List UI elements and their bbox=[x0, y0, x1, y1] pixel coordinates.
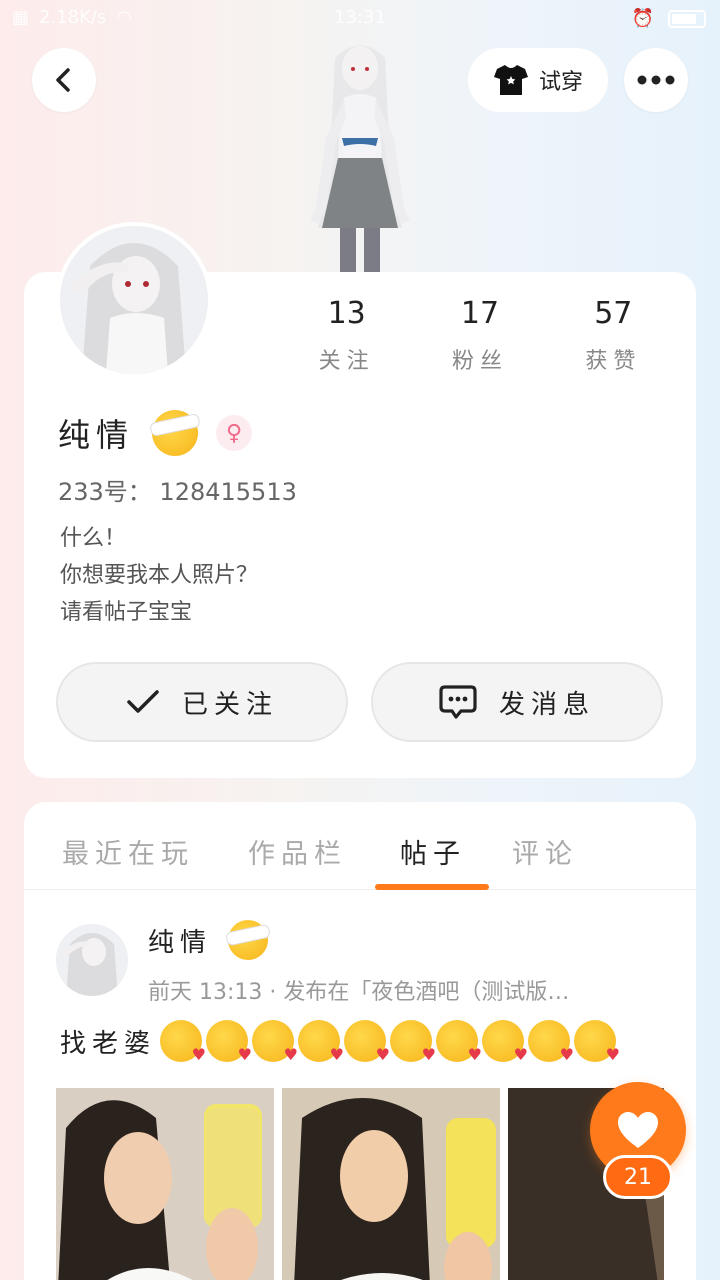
more-button[interactable] bbox=[624, 48, 688, 112]
active-tab-indicator bbox=[375, 884, 489, 890]
kiss-emoji-icon bbox=[298, 1020, 344, 1064]
selfie-photo-image bbox=[56, 1088, 274, 1280]
heart-icon bbox=[618, 1112, 658, 1148]
avatar[interactable] bbox=[56, 222, 212, 378]
kiss-emoji-icon bbox=[252, 1020, 298, 1064]
back-button[interactable] bbox=[32, 48, 96, 112]
bio-line: 你想要我本人照片？ bbox=[60, 563, 259, 588]
kiss-emoji-icon bbox=[482, 1020, 528, 1064]
nickname-row: 纯情 ♀ bbox=[58, 410, 253, 456]
alarm-icon: ⏰ bbox=[631, 8, 654, 29]
avatar-image bbox=[60, 226, 208, 374]
send-message-button[interactable]: 发消息 bbox=[371, 662, 663, 742]
following-count: 13 bbox=[327, 296, 366, 331]
posts-card: 最近在玩 作品栏 帖子 评论 纯情 前天 13:13 · 发布在「夜色酒吧（测试… bbox=[24, 802, 696, 1280]
nickname: 纯情 bbox=[58, 416, 135, 454]
post-text-content: 找老婆 bbox=[60, 1028, 157, 1059]
stat-following[interactable]: 13 关注 bbox=[280, 296, 413, 375]
try-on-label: 试穿 bbox=[538, 70, 583, 95]
following-button-label: 已关注 bbox=[181, 689, 278, 720]
kiss-emoji-icon bbox=[574, 1020, 620, 1064]
chevron-left-icon bbox=[56, 68, 70, 92]
bandaged-face-emoji-icon bbox=[225, 920, 271, 960]
bio-line: 什么！ bbox=[60, 526, 127, 551]
clock: 13:31 bbox=[334, 7, 386, 28]
likes-count: 57 bbox=[594, 296, 633, 331]
bio-line: 请看帖子宝宝 bbox=[60, 600, 193, 625]
chat-bubble-icon bbox=[439, 685, 477, 719]
following-label: 关注 bbox=[318, 349, 375, 374]
user-id[interactable]: 233号： 128415513 bbox=[58, 472, 297, 507]
kiss-emoji-icon bbox=[436, 1020, 482, 1064]
followers-label: 粉丝 bbox=[451, 349, 508, 374]
followers-count: 17 bbox=[460, 296, 500, 331]
battery-icon bbox=[668, 9, 706, 28]
bio: 什么！ 你想要我本人照片？ 请看帖子宝宝 bbox=[60, 520, 258, 631]
stat-followers[interactable]: 17 粉丝 bbox=[413, 296, 546, 375]
post-avatar-image bbox=[56, 924, 128, 996]
post-meta[interactable]: 前天 13:13 · 发布在「夜色酒吧（测试版… bbox=[148, 974, 678, 1006]
tab-works[interactable]: 作品栏 bbox=[248, 832, 347, 871]
tab-comments[interactable]: 评论 bbox=[512, 832, 578, 871]
stat-likes[interactable]: 57 获赞 bbox=[547, 296, 680, 375]
selfie-photo-image bbox=[282, 1088, 500, 1280]
kiss-emoji-icon bbox=[160, 1020, 206, 1064]
tab-recently-played[interactable]: 最近在玩 bbox=[62, 832, 194, 871]
female-icon: ♀ bbox=[216, 415, 253, 451]
bandaged-face-emoji-icon bbox=[149, 410, 201, 456]
check-icon bbox=[127, 690, 159, 713]
status-bar: ▦ 2.18K/s ◠ 13:31 ⏰ bbox=[0, 0, 720, 36]
kiss-emoji-icon bbox=[528, 1020, 574, 1064]
post-photo[interactable] bbox=[282, 1088, 500, 1280]
kiss-emoji-icon bbox=[390, 1020, 436, 1064]
likes-label: 获赞 bbox=[585, 349, 642, 374]
kiss-emoji-icon bbox=[344, 1020, 390, 1064]
profile-stats: 13 关注 17 粉丝 57 获赞 bbox=[280, 296, 680, 375]
send-message-label: 发消息 bbox=[498, 689, 595, 720]
tab-posts[interactable]: 帖子 bbox=[400, 832, 466, 871]
like-count-badge: 21 bbox=[603, 1155, 673, 1199]
try-on-button[interactable]: 试穿 bbox=[468, 48, 608, 112]
kiss-emoji-icon bbox=[206, 1020, 252, 1064]
post-author-avatar[interactable] bbox=[56, 924, 128, 996]
more-dots-icon bbox=[637, 75, 675, 85]
avatar-3d-figure[interactable] bbox=[290, 38, 430, 274]
post-photo[interactable] bbox=[56, 1088, 274, 1280]
post-text: 找老婆 bbox=[60, 1020, 620, 1064]
following-button[interactable]: 已关注 bbox=[56, 662, 348, 742]
post-author-row: 纯情 bbox=[148, 920, 271, 960]
tshirt-icon bbox=[493, 65, 528, 95]
post-author-name[interactable]: 纯情 bbox=[148, 922, 212, 959]
profile-tabs: 最近在玩 作品栏 帖子 评论 bbox=[24, 802, 696, 890]
